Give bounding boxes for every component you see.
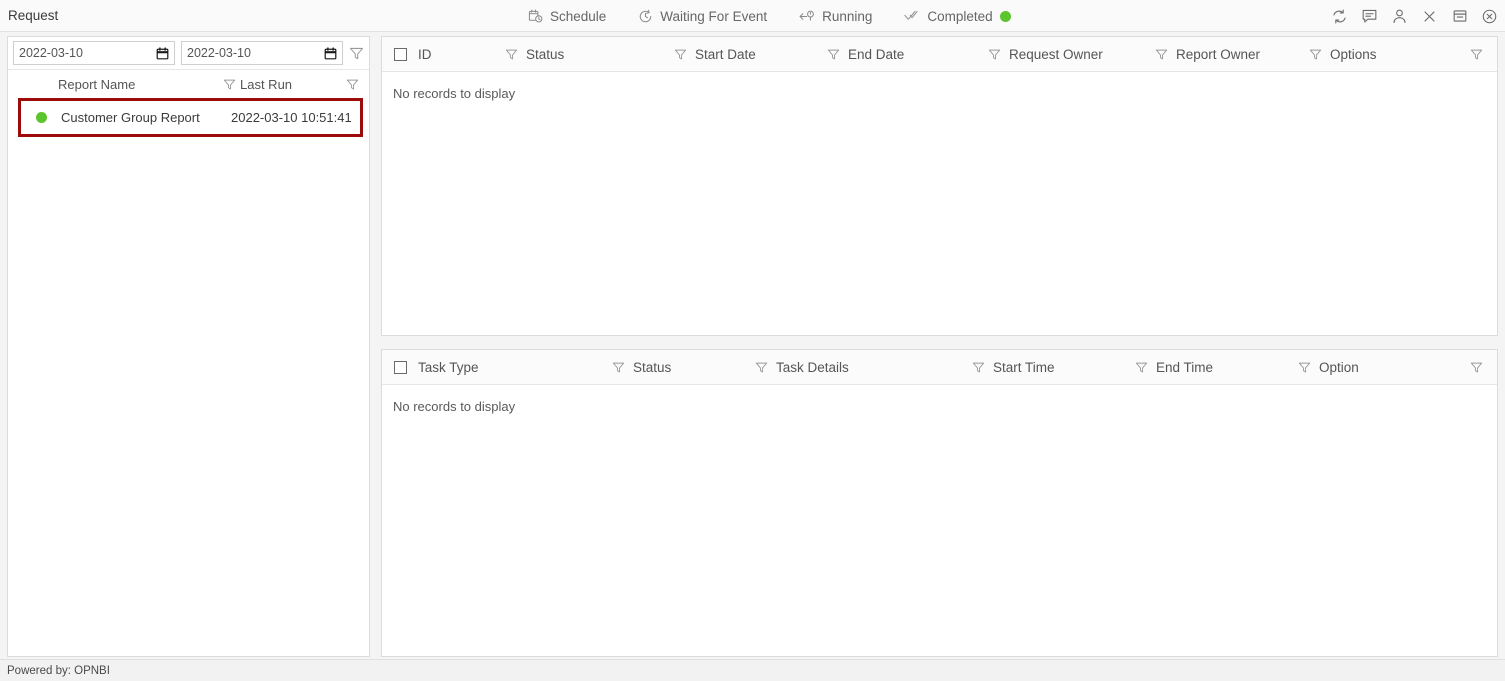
column-header-status[interactable]: Status (633, 360, 746, 375)
request-grid-header: ID Status Start Date End Date Request Ow… (382, 37, 1497, 72)
circle-close-icon[interactable] (1480, 7, 1499, 26)
last-run-filter-icon[interactable] (341, 78, 363, 91)
date-to-input[interactable]: 2022-03-10 (181, 41, 343, 65)
start-date-filter-icon[interactable] (818, 48, 848, 61)
top-bar: Request Schedule Waiting For Event Runni… (0, 0, 1505, 32)
report-owner-filter-icon[interactable] (1300, 48, 1330, 61)
date-to-value: 2022-03-10 (187, 46, 251, 60)
window-icon[interactable] (1450, 7, 1469, 26)
comment-icon[interactable] (1360, 7, 1379, 26)
nav-item-completed[interactable]: Completed (888, 0, 1026, 32)
row-last-run: 2022-03-10 10:51:41 (231, 110, 352, 125)
task-type-filter-icon[interactable] (603, 361, 633, 374)
options-filter-icon[interactable] (1470, 48, 1497, 61)
task-details-filter-icon[interactable] (963, 361, 993, 374)
date-from-value: 2022-03-10 (19, 46, 83, 60)
refresh-icon[interactable] (1330, 7, 1349, 26)
status-filter-icon[interactable] (746, 361, 776, 374)
status-filter-icon[interactable] (665, 48, 695, 61)
column-header-task-type[interactable]: Task Type (418, 360, 603, 375)
column-header-status[interactable]: Status (526, 47, 665, 62)
window-controls (1330, 0, 1499, 32)
request-grid-empty-message: No records to display (393, 86, 516, 101)
row-report-name: Customer Group Report (61, 110, 200, 125)
nav-item-schedule[interactable]: Schedule (512, 0, 622, 32)
column-header-end-time[interactable]: End Time (1156, 360, 1289, 375)
task-grid-empty-message: No records to display (393, 399, 516, 414)
task-grid-header: Task Type Status Task Details Start Time… (382, 350, 1497, 385)
report-name-filter-icon[interactable] (218, 78, 240, 91)
start-time-filter-icon[interactable] (1126, 361, 1156, 374)
report-list-panel: 2022-03-10 2022-03-10 Report Name Last R… (7, 36, 370, 657)
column-header-end-date[interactable]: End Date (848, 47, 979, 62)
nav-item-running[interactable]: Running (783, 0, 888, 32)
column-header-request-owner[interactable]: Request Owner (1009, 47, 1146, 62)
calendar-picker-icon[interactable] (324, 46, 337, 60)
option-filter-icon[interactable] (1470, 361, 1497, 374)
footer: Powered by: OPNBI (0, 659, 1505, 681)
select-all-checkbox[interactable] (382, 47, 418, 61)
nav-label: Schedule (550, 8, 607, 24)
user-icon[interactable] (1390, 7, 1409, 26)
list-item[interactable]: Customer Group Report 2022-03-10 10:51:4… (21, 101, 360, 134)
nav-item-waiting-for-event[interactable]: Waiting For Event (622, 0, 783, 32)
row-status-dot (21, 112, 61, 123)
footer-text: Powered by: OPNBI (7, 664, 110, 677)
column-header-report-name[interactable]: Report Name (58, 77, 218, 92)
column-header-start-time[interactable]: Start Time (993, 360, 1126, 375)
column-header-task-details[interactable]: Task Details (776, 360, 963, 375)
highlight-annotation: Customer Group Report 2022-03-10 10:51:4… (18, 98, 363, 137)
report-list-header: Report Name Last Run (8, 70, 369, 98)
request-owner-filter-icon[interactable] (1146, 48, 1176, 61)
arrow-clock-icon (799, 9, 815, 24)
column-header-start-date[interactable]: Start Date (695, 47, 818, 62)
task-grid-panel: Task Type Status Task Details Start Time… (381, 349, 1498, 657)
clock-icon (638, 9, 653, 24)
request-grid-panel: ID Status Start Date End Date Request Ow… (381, 36, 1498, 336)
page-title: Request (8, 8, 59, 23)
select-all-checkbox[interactable] (382, 360, 418, 374)
id-filter-icon[interactable] (496, 48, 526, 61)
calendar-clock-icon (528, 9, 543, 24)
column-header-last-run[interactable]: Last Run (240, 77, 341, 92)
close-icon[interactable] (1420, 7, 1439, 26)
date-filter-row: 2022-03-10 2022-03-10 (8, 37, 369, 69)
status-badge (999, 10, 1011, 22)
column-header-report-owner[interactable]: Report Owner (1176, 47, 1300, 62)
column-header-id[interactable]: ID (418, 47, 496, 62)
column-header-option[interactable]: Option (1319, 360, 1359, 375)
end-time-filter-icon[interactable] (1289, 361, 1319, 374)
column-header-options[interactable]: Options (1330, 47, 1377, 62)
status-nav: Schedule Waiting For Event Running Compl… (512, 0, 1027, 32)
nav-label: Running (822, 8, 873, 24)
filter-funnel-icon[interactable] (349, 46, 364, 61)
report-list-grid: Report Name Last Run Customer Group Repo… (8, 69, 369, 137)
double-check-icon (904, 9, 920, 23)
calendar-picker-icon[interactable] (156, 46, 169, 60)
nav-label: Completed (927, 8, 993, 24)
date-from-input[interactable]: 2022-03-10 (13, 41, 175, 65)
nav-label: Waiting For Event (660, 8, 768, 24)
end-date-filter-icon[interactable] (979, 48, 1009, 61)
